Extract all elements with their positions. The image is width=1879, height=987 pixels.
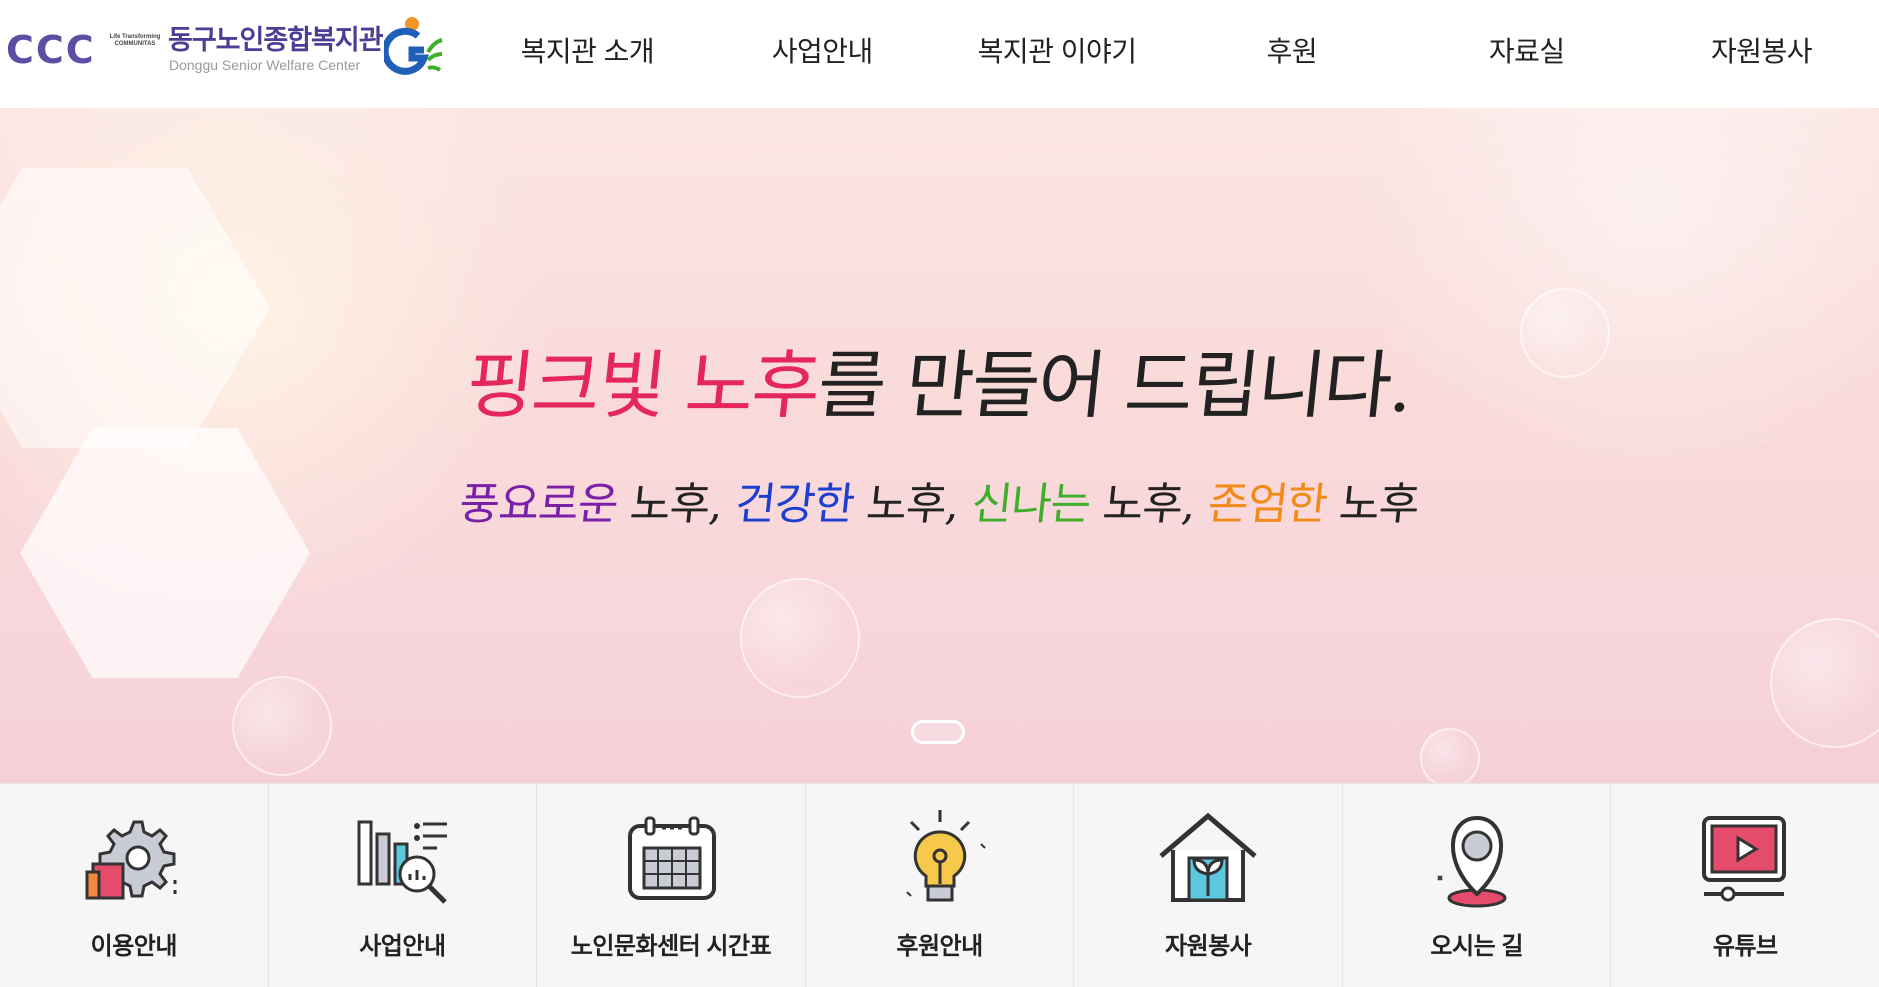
nav-item-about[interactable]: 복지관 소개 <box>470 0 705 100</box>
hero-headline: 핑크빛 노후를 만들어 드립니다. <box>0 326 1879 433</box>
hero-bubble-decor <box>232 676 332 776</box>
slide-indicator[interactable] <box>911 720 965 744</box>
quick-item-sponsor-guide[interactable]: 후원안내 <box>805 784 1075 987</box>
subline-word-2: 건강한 <box>732 479 857 530</box>
hero-subline: 풍요로운 노후, 건강한 노후, 신나는 노후, 존엄한 노후 <box>0 468 1879 532</box>
chart-search-icon <box>357 820 448 904</box>
hero-bubble-decor <box>1420 728 1480 783</box>
subline-sep-1: 노후, <box>614 479 739 530</box>
quick-item-business[interactable]: 사업안내 <box>268 784 538 987</box>
quick-item-youtube[interactable]: 유튜브 <box>1611 784 1879 987</box>
site-header: CCC Life Transforming COMMUNITAS 동구노인종합복… <box>0 0 1879 108</box>
headline-rest: 를 만들어 드립니다. <box>813 343 1416 429</box>
quick-item-label: 사업안내 <box>359 933 446 960</box>
video-player-icon <box>1702 816 1787 902</box>
logo-mark: CCC <box>6 28 96 72</box>
headline-highlight: 핑크빛 노후 <box>461 343 823 429</box>
quick-item-usage-guide[interactable]: 이용안내 <box>0 784 269 987</box>
hero-banner: 핑크빛 노후를 만들어 드립니다. 풍요로운 노후, 건강한 노후, 신나는 노… <box>0 108 1879 783</box>
gear-document-icon <box>85 820 177 900</box>
hero-bubble-decor <box>1770 618 1879 748</box>
quick-menu: 이용안내 사업안내 노인문화센터 시간표 후원안내 자원봉사 오시는 길 유튜브 <box>0 783 1879 987</box>
nav-item-business[interactable]: 사업안내 <box>705 0 940 100</box>
site-logo[interactable]: CCC Life Transforming COMMUNITAS 동구노인종합복… <box>4 14 444 78</box>
quick-item-schedule[interactable]: 노인문화센터 시간표 <box>537 784 806 987</box>
calendar-icon <box>627 816 716 900</box>
logo-name-ko: 동구노인종합복지관 <box>168 25 384 55</box>
subline-word-1: 풍요로운 <box>456 479 621 530</box>
subline-word-3: 신나는 <box>969 479 1093 530</box>
subline-sep-3: 노후, <box>1087 479 1211 530</box>
nav-item-stories[interactable]: 복지관 이야기 <box>940 0 1175 100</box>
nav-item-sponsor[interactable]: 후원 <box>1174 0 1409 100</box>
quick-item-label: 노인문화센터 시간표 <box>570 933 772 960</box>
logo-name-en: Donggu Senior Welfare Center <box>169 57 361 73</box>
quick-item-label: 이용안내 <box>90 933 178 960</box>
quick-item-directions[interactable]: 오시는 길 <box>1342 784 1612 987</box>
main-nav: 복지관 소개 사업안내 복지관 이야기 후원 자료실 자원봉사 <box>470 0 1879 100</box>
house-plant-icon <box>1159 812 1257 902</box>
quick-item-label: 오시는 길 <box>1430 933 1523 960</box>
logo-communitas: Life Transforming COMMUNITAS <box>109 34 161 47</box>
donggu-emblem-icon <box>384 17 443 75</box>
quick-item-volunteer[interactable]: 자원봉사 <box>1074 784 1343 987</box>
nav-item-volunteer[interactable]: 자원봉사 <box>1644 0 1879 100</box>
nav-item-archive[interactable]: 자료실 <box>1409 0 1644 100</box>
subline-sep-2: 노후, <box>851 479 975 530</box>
subline-word-4: 존엄한 <box>1205 479 1330 530</box>
map-pin-icon <box>1436 815 1507 908</box>
quick-item-label: 후원안내 <box>896 933 983 960</box>
lightbulb-icon <box>905 810 986 902</box>
quick-item-label: 유튜브 <box>1712 933 1778 960</box>
hero-bubble-decor <box>740 578 860 698</box>
subline-sep-4: 노후 <box>1323 479 1422 530</box>
quick-item-label: 자원봉사 <box>1164 933 1252 960</box>
